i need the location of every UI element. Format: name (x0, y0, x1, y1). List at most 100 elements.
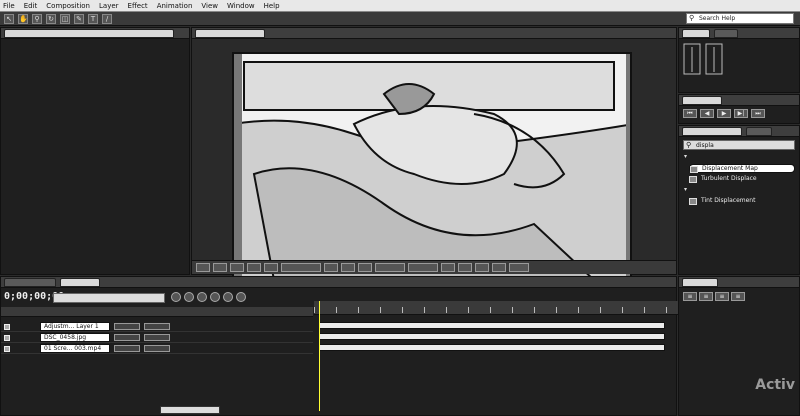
blend-mode-dropdown[interactable] (114, 334, 140, 341)
menu-view[interactable]: View (201, 2, 218, 10)
effects-presets-panel: ⚲ displa Displacement Map Turbulent Disp… (678, 125, 800, 275)
tab-timeline-comp[interactable] (60, 277, 100, 287)
menu-layer[interactable]: Layer (99, 2, 119, 10)
layer-name[interactable]: DSC_0458.jpg (40, 333, 110, 342)
align-left-icon[interactable]: ≡ (683, 292, 697, 301)
tab-audio[interactable] (714, 28, 738, 38)
search-help-input[interactable]: ⚲ Search Help (686, 13, 794, 24)
visibility-icon[interactable] (4, 345, 10, 352)
hide-shy-layers-icon[interactable] (197, 292, 207, 302)
rotate-tool-icon[interactable]: ↻ (46, 13, 56, 24)
tab-preview[interactable] (682, 95, 722, 105)
project-panel (0, 27, 190, 275)
safe-zones-button[interactable] (213, 263, 227, 272)
menu-window[interactable]: Window (227, 2, 255, 10)
effect-icon (690, 166, 698, 173)
status-bar-toggle[interactable] (160, 406, 220, 414)
tab-project[interactable] (4, 28, 174, 38)
zoom-tool-icon[interactable]: ⚲ (32, 13, 42, 24)
selection-tool-icon[interactable]: ↖ (4, 13, 14, 24)
hand-tool-icon[interactable]: ✋ (18, 13, 28, 24)
transparency-grid-button[interactable] (358, 263, 372, 272)
layer-duration-bar[interactable] (319, 344, 665, 351)
align-center-icon[interactable]: ≡ (699, 292, 713, 301)
distort-folder[interactable] (683, 153, 795, 162)
view-dropdown[interactable] (375, 263, 405, 272)
visibility-icon[interactable] (4, 323, 10, 330)
layer-duration-bar[interactable] (319, 333, 665, 340)
fast-previews-button[interactable] (458, 263, 472, 272)
menu-effect[interactable]: Effect (128, 2, 148, 10)
preview-panel: ⏮ ◀ ▶ ▶| ⏭ (678, 94, 800, 124)
text-tool-icon[interactable]: T (88, 13, 98, 24)
next-frame-button[interactable]: ▶| (734, 109, 748, 118)
current-time-indicator[interactable] (319, 301, 320, 411)
ruler-ticks (314, 307, 678, 313)
graph-editor-icon[interactable] (236, 292, 246, 302)
flowchart-button[interactable] (492, 263, 506, 272)
tab-composition[interactable] (195, 28, 265, 38)
layer-name[interactable]: 01 Scre... 003.mp4 (40, 344, 110, 353)
region-of-interest-button[interactable] (341, 263, 355, 272)
justify-icon[interactable]: ≡ (731, 292, 745, 301)
resolution-dropdown[interactable] (324, 263, 338, 272)
timeline-panel: 0;00;00;00 Adjustm... Layer 1 DSC_0458.j… (0, 276, 678, 416)
tab-paragraph[interactable] (682, 277, 718, 287)
layer-name[interactable]: Adjustm... Layer 1 (40, 322, 110, 331)
menu-bar: File Edit Composition Layer Effect Anima… (0, 0, 800, 12)
draft-3d-icon[interactable] (184, 292, 194, 302)
layer-row[interactable]: 01 Scre... 003.mp4 (1, 344, 313, 354)
timeline-search-input[interactable] (53, 293, 165, 303)
motion-blur-icon[interactable] (223, 292, 233, 302)
search-help-placeholder: Search Help (699, 15, 736, 22)
snapshot-button[interactable] (247, 263, 261, 272)
menu-help[interactable]: Help (264, 2, 280, 10)
visibility-icon[interactable] (4, 334, 10, 341)
current-time-field[interactable] (281, 263, 321, 272)
tab-render-queue[interactable] (4, 277, 56, 287)
toggle-pixel-aspect-button[interactable] (441, 263, 455, 272)
magnification-dropdown[interactable] (196, 263, 210, 272)
grid-button[interactable] (230, 263, 244, 272)
layer-row[interactable]: Adjustm... Layer 1 (1, 322, 313, 332)
views-layout-dropdown[interactable] (408, 263, 438, 272)
last-frame-button[interactable]: ⏭ (751, 109, 765, 118)
effect-item-tint-displacement[interactable]: Tint Displacement (689, 197, 795, 206)
menu-edit[interactable]: Edit (24, 2, 38, 10)
tab-info[interactable] (682, 28, 710, 38)
menu-composition[interactable]: Composition (46, 2, 90, 10)
tools-toolbar: ↖ ✋ ⚲ ↻ ◫ ✎ T / ⚲ Search Help (0, 12, 800, 26)
pen-tool-icon[interactable]: ✎ (74, 13, 84, 24)
tab-character[interactable] (746, 126, 772, 136)
search-icon: ⚲ (689, 14, 695, 22)
menu-file[interactable]: File (3, 2, 15, 10)
first-frame-button[interactable]: ⏮ (683, 109, 697, 118)
effect-item-displacement-map[interactable]: Displacement Map (689, 164, 795, 173)
parent-dropdown[interactable] (144, 323, 170, 330)
prev-frame-button[interactable]: ◀ (700, 109, 714, 118)
effect-item-label: Turbulent Displace (701, 175, 757, 182)
camera-tool-icon[interactable]: ◫ (60, 13, 70, 24)
time-ruler[interactable] (314, 301, 678, 315)
comp-mini-flowchart-icon[interactable] (171, 292, 181, 302)
menu-animation[interactable]: Animation (157, 2, 193, 10)
frame-blending-icon[interactable] (210, 292, 220, 302)
tab-effects-presets[interactable] (682, 126, 742, 136)
blend-mode-dropdown[interactable] (114, 323, 140, 330)
layer-row[interactable]: DSC_0458.jpg (1, 333, 313, 343)
blend-mode-dropdown[interactable] (114, 345, 140, 352)
play-button[interactable]: ▶ (717, 109, 731, 118)
composition-canvas[interactable] (232, 52, 632, 278)
layer-duration-bar[interactable] (319, 322, 665, 329)
paragraph-tab-bar (679, 277, 799, 288)
parent-dropdown[interactable] (144, 334, 170, 341)
show-channel-button[interactable] (264, 263, 278, 272)
align-right-icon[interactable]: ≡ (715, 292, 729, 301)
brush-tool-icon[interactable]: / (102, 13, 112, 24)
timeline-button[interactable] (475, 263, 489, 272)
synthetic-aperture-folder[interactable] (683, 186, 795, 195)
effects-search-input[interactable]: ⚲ displa (683, 140, 795, 150)
effect-item-turbulent-displace[interactable]: Turbulent Displace (689, 175, 795, 184)
exposure-control[interactable] (509, 263, 529, 272)
parent-dropdown[interactable] (144, 345, 170, 352)
